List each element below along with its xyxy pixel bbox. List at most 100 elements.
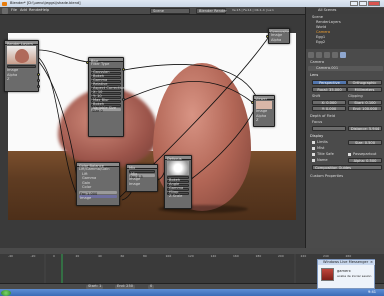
- lens-unit-select[interactable]: Millimeters: [347, 87, 382, 92]
- render-preview: [7, 46, 36, 64]
- output-socket[interactable]: [37, 85, 40, 88]
- scene-tab-icon[interactable]: [316, 52, 322, 58]
- object-tab-icon[interactable]: [332, 52, 338, 58]
- color-label: Color: [82, 185, 92, 190]
- timeline-tick-label: 80: [143, 254, 147, 258]
- input-socket[interactable]: [86, 61, 89, 64]
- clip-start-field[interactable]: Start: 0.100: [348, 100, 382, 105]
- composite-node[interactable]: Composite Image Alpha: [268, 28, 290, 44]
- maximize-button[interactable]: [359, 1, 367, 6]
- messenger-notification[interactable]: Windows Live Messenger × gamerx acaba de…: [317, 259, 375, 289]
- orthographic-button[interactable]: Orthographic: [347, 80, 382, 85]
- focal-length-field[interactable]: Focal: 35.000: [312, 87, 347, 92]
- z-label: Z: [256, 118, 259, 123]
- angle-field[interactable]: Angle: [167, 180, 189, 186]
- camera-data-tab-icon[interactable]: [340, 52, 346, 58]
- render-tab-icon[interactable]: [308, 52, 314, 58]
- taskbar-clock: 9:41: [368, 289, 377, 294]
- shift-x-field[interactable]: X: 0.000: [312, 100, 346, 105]
- timeline-tick-label: 240: [323, 254, 329, 258]
- properties-tabs: [308, 52, 383, 58]
- output-socket[interactable]: [37, 73, 40, 76]
- socket-alpha: Alpha: [7, 72, 18, 77]
- popup-title: Windows Live Messenger: [323, 260, 369, 264]
- variable-size-toggle[interactable]: Variable Size: [91, 103, 121, 109]
- passepartout-alpha-field[interactable]: Alpha: 0.500: [348, 158, 382, 163]
- filter-type-select[interactable]: Gaussian: [91, 67, 121, 73]
- clipping-label: Clipping: [348, 94, 363, 98]
- dof-label: Depth of Field: [310, 114, 335, 118]
- object-name: Camera: [310, 60, 325, 64]
- output-socket[interactable]: [122, 98, 125, 101]
- output-socket[interactable]: [122, 68, 125, 71]
- title-safe-checkbox[interactable]: [312, 153, 315, 156]
- mix-node[interactable]: Mix Mix Fac 0.5 Image Image: [126, 164, 158, 192]
- output-socket[interactable]: [37, 79, 40, 82]
- timeline-tick-label: 40: [98, 254, 102, 258]
- windows-taskbar: 9:41: [0, 289, 384, 296]
- image-input[interactable]: Image: [79, 194, 117, 200]
- world-tab-icon[interactable]: [324, 52, 330, 58]
- lens-panel-header[interactable]: Lens: [310, 73, 318, 78]
- outliner-filter[interactable]: All Scenes: [318, 8, 336, 13]
- timeline-tick-label: 200: [278, 254, 284, 258]
- focus-object-field[interactable]: [312, 126, 346, 131]
- passepartout-checkbox[interactable]: [348, 153, 351, 156]
- close-button[interactable]: [368, 1, 380, 6]
- input-socket[interactable]: [251, 101, 254, 104]
- gamma-toggle[interactable]: Gamma: [91, 75, 121, 81]
- color-balance-node[interactable]: Color Balance Lift/Gamma/Gain Lift Gamma…: [76, 162, 120, 206]
- defocus-node[interactable]: Defocus Bokeh Angle Gamma fStop Z-Scale: [164, 155, 192, 209]
- timeline-tick-label: 220: [300, 254, 307, 258]
- focus-label: Focus: [312, 120, 323, 124]
- relative-toggle[interactable]: Relative: [91, 79, 121, 85]
- shift-label: Shift: [312, 94, 321, 98]
- display-panel-header[interactable]: Display: [310, 134, 323, 139]
- gamma-toggle[interactable]: Gamma: [167, 184, 189, 190]
- mist-checkbox[interactable]: [312, 147, 315, 150]
- mist-label: Mist: [317, 146, 325, 150]
- shift-y-field[interactable]: Y: 0.000: [312, 106, 346, 111]
- properties-sidebar: All Scenes Scene RenderLayers World Came…: [305, 7, 384, 248]
- socket-z: Z: [7, 77, 10, 82]
- clip-end-field[interactable]: End: 100.000: [348, 106, 382, 111]
- filter-type-label: Filter Type: [91, 62, 110, 66]
- max-blur-field[interactable]: Max Blur: [91, 95, 121, 101]
- perspective-button[interactable]: Perspective: [312, 80, 347, 85]
- display-size-field[interactable]: Size: 0.500: [348, 140, 382, 145]
- input-socket[interactable]: [266, 35, 269, 38]
- timeline-tick-label: 180: [255, 254, 262, 258]
- composition-guides-select[interactable]: Composition Guides: [312, 165, 382, 170]
- bokeh-select[interactable]: Bokeh: [167, 176, 189, 182]
- aspect-correction-select[interactable]: Aspect Correction: [91, 83, 125, 89]
- zscale-field[interactable]: Z-Scale: [167, 192, 189, 198]
- contact-avatar: [321, 268, 334, 281]
- fac-slider[interactable]: Fac 1.000: [79, 190, 117, 196]
- custom-properties-header[interactable]: Custom Properties: [310, 174, 343, 179]
- start-button[interactable]: [1, 289, 11, 296]
- focus-distance-field[interactable]: Distance: 5.944: [348, 126, 382, 131]
- timeline-tick-label: 0: [53, 254, 55, 258]
- blur-node[interactable]: Blur Filter Type Gaussian Bokeh Gamma Re…: [88, 57, 125, 137]
- node-title: Viewer: [255, 97, 268, 101]
- name-checkbox[interactable]: [312, 159, 315, 162]
- viewer-node[interactable]: Viewer Image Alpha Z: [253, 95, 275, 127]
- camera-datablock[interactable]: Camera.001: [308, 66, 383, 71]
- outliner-item[interactable]: Egg2: [316, 40, 325, 45]
- popup-header: Windows Live Messenger ×: [318, 260, 375, 265]
- y-field[interactable]: Y: 10: [91, 91, 121, 97]
- minimize-button[interactable]: [350, 1, 358, 6]
- blend-mode-select[interactable]: Mix: [129, 170, 155, 176]
- timeline-tick-label: 60: [120, 254, 125, 258]
- contact-status: acaba de iniciar sesion: [337, 274, 372, 278]
- limits-checkbox[interactable]: [312, 141, 315, 144]
- timeline-tick-label: -40: [8, 254, 13, 258]
- alpha-label: Alpha: [256, 113, 267, 118]
- alpha-label: Alpha: [271, 37, 282, 42]
- timeline-tick-label: 260: [345, 254, 352, 258]
- popup-close-icon[interactable]: ×: [370, 260, 373, 265]
- title-safe-label: Title Safe: [317, 152, 334, 156]
- passepartout-label: Passepartout: [353, 152, 377, 156]
- name-label: Name: [317, 158, 328, 162]
- render-layers-node[interactable]: Render Layers Image Alpha Z: [4, 40, 39, 92]
